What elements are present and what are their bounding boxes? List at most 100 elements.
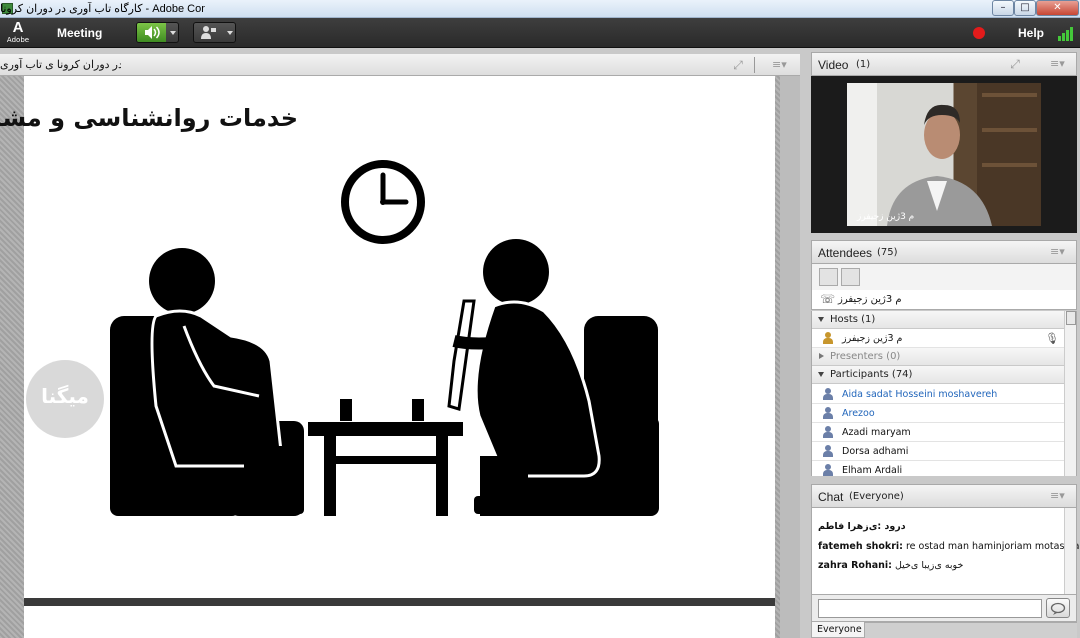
chat-message: fatemeh shokri: re ostad man haminjoriam… — [818, 541, 1080, 552]
group-hosts[interactable]: Hosts (1) — [812, 311, 1064, 329]
share-scrollbar[interactable] — [780, 76, 800, 638]
chat-tab-strip — [865, 622, 1077, 638]
signal-bars-icon — [1058, 25, 1076, 41]
chevron-down-icon — [227, 31, 233, 35]
camera-control[interactable] — [193, 22, 236, 43]
attendee-row[interactable]: Dorsa adhami — [812, 442, 1064, 461]
fullscreen-icon[interactable]: ⤢ — [731, 58, 745, 72]
attendees-scrollbar[interactable] — [1064, 311, 1077, 476]
scroll-thumb[interactable] — [1066, 311, 1076, 325]
attendees-pod-header: Attendees (75) ≡▾ — [811, 240, 1077, 264]
chat-text: خوبه ی‌زیبا ی‌خیل — [894, 560, 964, 571]
chat-messages: درود :ی‌زهرا فاطم fatemeh shokri: re ost… — [811, 508, 1080, 594]
camera-toggle-button[interactable] — [194, 23, 223, 42]
attendees-count: (75) — [877, 247, 898, 258]
attendee-row[interactable]: م 3ژین زجیفرز 🎙 — [812, 329, 1064, 348]
my-status-row[interactable]: ☏ م 3ژین زجیفرز — [811, 290, 1077, 310]
attendee-name: م 3ژین زجیفرز — [842, 333, 903, 344]
attendee-row[interactable]: Arezoo — [812, 404, 1064, 423]
share-filename: در دوران کرونا ی تاب آوری.pdf — [0, 59, 121, 71]
chevron-right-icon — [819, 353, 824, 359]
attendee-name: Arezoo — [842, 408, 875, 419]
coffee-table — [308, 399, 463, 516]
maximize-button[interactable]: □ — [1014, 0, 1036, 16]
chat-sender: zahra Rohani: — [818, 560, 892, 571]
attendee-name: Aida sadat Hosseini moshavereh — [842, 389, 998, 400]
user-icon — [822, 445, 834, 458]
camera-dropdown-button[interactable] — [224, 23, 236, 42]
chevron-down-icon — [818, 317, 824, 322]
chevron-down-icon — [170, 31, 176, 35]
header-divider — [754, 57, 755, 73]
chat-scrollbar[interactable] — [1064, 508, 1077, 594]
counseling-illustration — [110, 160, 659, 516]
video-pod-count: (1) — [856, 59, 871, 70]
fullscreen-icon[interactable]: ⤢ — [1008, 57, 1022, 71]
chat-tab-everyone[interactable]: Everyone — [811, 622, 865, 638]
attendee-row[interactable]: Aida sadat Hosseini moshavereh — [812, 385, 1064, 404]
attendee-name: Elham Ardali — [842, 465, 903, 476]
chat-message: درود :ی‌زهرا فاطم — [818, 521, 906, 532]
help-menu[interactable]: Help — [1018, 26, 1044, 40]
video-participant-name: م 3ژین زجیفرز — [857, 212, 915, 222]
right-person — [447, 239, 601, 516]
attendee-row[interactable]: Azadi maryam — [812, 423, 1064, 442]
group-participants-label: Participants (74) — [830, 369, 913, 380]
chat-sender: fatemeh shokri: — [818, 541, 903, 552]
presenter-video-image — [847, 83, 1041, 226]
window-title-bar: کارگاه تاب آوری در دوران کرونا - Adobe C… — [0, 0, 1080, 18]
list-view-icon[interactable] — [819, 268, 838, 286]
video-feed[interactable] — [847, 83, 1041, 226]
record-icon[interactable] — [973, 27, 985, 39]
minimize-button[interactable]: – — [992, 0, 1014, 16]
status-view-icon[interactable] — [841, 268, 860, 286]
slide-separator — [24, 598, 775, 606]
slide-title: خدمات روانشناسی و مشاوره — [0, 104, 298, 132]
speaker-toggle-button[interactable] — [137, 23, 166, 42]
pod-menu-icon[interactable]: ≡▾ — [1050, 57, 1070, 71]
user-icon — [822, 426, 834, 439]
pod-menu-icon[interactable]: ≡▾ — [1050, 245, 1070, 259]
meeting-menu[interactable]: Meeting — [57, 26, 102, 40]
watermark-text: میگنا — [41, 384, 89, 408]
user-icon — [822, 407, 834, 420]
group-participants[interactable]: Participants (74) — [812, 366, 1064, 384]
slide-page — [24, 76, 775, 598]
chat-scope: (Everyone) — [849, 491, 904, 502]
attendee-row[interactable]: Elham Ardali — [812, 461, 1064, 476]
window-title: کارگاه تاب آوری در دوران کرونا - Adobe C… — [0, 3, 205, 15]
next-slide-page — [24, 606, 775, 638]
speech-bubble-icon — [1050, 602, 1066, 615]
chat-input-row — [811, 594, 1077, 622]
speaker-dropdown-button[interactable] — [167, 23, 179, 42]
adobe-logo: A Adobe — [6, 20, 30, 46]
adobe-logo-glyph: A — [12, 19, 24, 36]
chevron-down-icon — [818, 372, 824, 377]
group-presenters[interactable]: Presenters (0) — [812, 348, 1064, 366]
chat-sender: درود :ی‌زهرا فاطم — [818, 521, 906, 532]
close-button[interactable]: ✕ — [1036, 0, 1079, 16]
chat-input[interactable] — [818, 599, 1042, 618]
group-presenters-label: Presenters (0) — [830, 351, 901, 362]
adobe-logo-word: Adobe — [6, 36, 30, 44]
microphone-icon: 🎙 — [1045, 332, 1059, 345]
group-hosts-label: Hosts (1) — [830, 314, 876, 325]
video-pod-title: Video — [818, 58, 849, 72]
attendee-name: Dorsa adhami — [842, 446, 909, 457]
my-name: م 3ژین زجیفرز — [838, 294, 902, 305]
camera-icon — [201, 26, 216, 39]
user-icon — [822, 464, 834, 476]
pod-menu-icon[interactable]: ≡▾ — [1050, 489, 1070, 503]
phone-icon[interactable]: ☏ — [820, 293, 835, 306]
attendees-toolbar — [811, 264, 1077, 290]
clock-icon — [341, 160, 425, 244]
send-message-button[interactable] — [1046, 598, 1070, 618]
pod-menu-icon[interactable]: ≡▾ — [772, 58, 792, 72]
chat-pod-title: Chat — [818, 490, 844, 504]
attendee-name: Azadi maryam — [842, 427, 911, 438]
share-pod-header: در دوران کرونا ی تاب آوری.pdf ⤢ ≡▾ — [0, 54, 800, 76]
speaker-control[interactable] — [136, 22, 179, 43]
user-icon — [822, 388, 834, 401]
speaker-icon — [145, 26, 160, 39]
watermark-logo: میگنا — [26, 360, 104, 438]
